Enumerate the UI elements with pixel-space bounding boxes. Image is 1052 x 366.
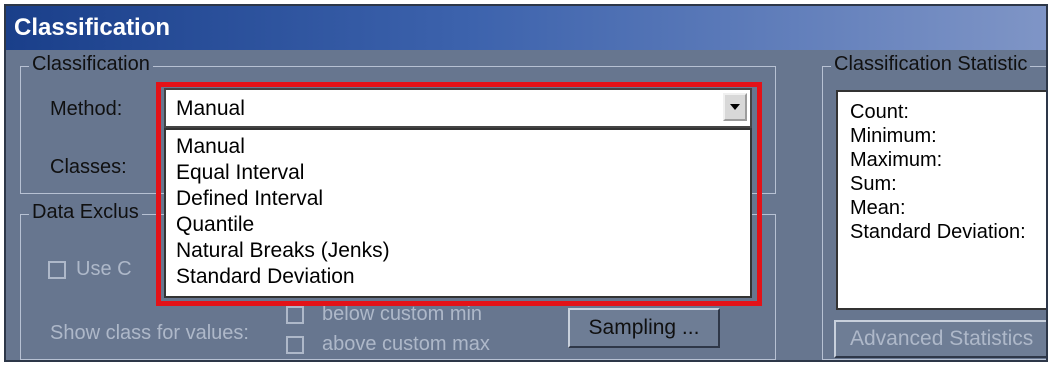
classification-dialog: Classification Classification Method: Cl… xyxy=(4,4,1048,362)
method-option-natural-breaks[interactable]: Natural Breaks (Jenks) xyxy=(166,238,750,264)
statistics-list: Count: Minimum: Maximum: Sum: Mean: Stan… xyxy=(836,90,1046,310)
method-option-defined-interval[interactable]: Defined Interval xyxy=(166,186,750,212)
method-options-list: Manual Equal Interval Defined Interval Q… xyxy=(164,128,752,298)
classes-label: Classes: xyxy=(50,156,127,178)
method-option-standard-deviation[interactable]: Standard Deviation xyxy=(166,264,750,290)
dropdown-arrow-button[interactable] xyxy=(723,93,747,121)
below-custom-min-label: below custom min xyxy=(322,303,483,325)
chevron-down-icon xyxy=(730,104,740,110)
method-label: Method: xyxy=(50,98,123,120)
stat-count: Count: xyxy=(850,101,909,123)
method-option-equal-interval[interactable]: Equal Interval xyxy=(166,160,750,186)
sampling-button[interactable]: Sampling ... xyxy=(568,308,720,348)
dialog-title: Classification xyxy=(6,6,1046,50)
above-custom-max-label: above custom max xyxy=(322,333,490,355)
method-selected-value: Manual xyxy=(176,97,245,120)
method-dropdown[interactable]: Manual xyxy=(164,88,752,128)
use-custom-label: Use C xyxy=(76,258,132,280)
method-option-manual[interactable]: Manual xyxy=(166,134,750,160)
stat-maximum: Maximum: xyxy=(850,149,943,171)
use-custom-checkbox[interactable] xyxy=(48,261,66,279)
stat-minimum: Minimum: xyxy=(850,125,937,147)
stat-sum: Sum: xyxy=(850,173,897,195)
method-option-quantile[interactable]: Quantile xyxy=(166,212,750,238)
above-custom-max-checkbox[interactable] xyxy=(286,336,304,354)
show-class-label: Show class for values: xyxy=(50,322,249,344)
data-exclusion-legend: Data Exclus xyxy=(29,201,142,224)
stat-standard-deviation: Standard Deviation: xyxy=(850,221,1026,243)
stat-mean: Mean: xyxy=(850,197,906,219)
advanced-statistics-button[interactable]: Advanced Statistics xyxy=(834,320,1046,358)
below-custom-min-checkbox[interactable] xyxy=(286,306,304,324)
classification-statistics-legend: Classification Statistic xyxy=(831,53,1031,76)
classification-group-legend: Classification xyxy=(29,53,153,76)
